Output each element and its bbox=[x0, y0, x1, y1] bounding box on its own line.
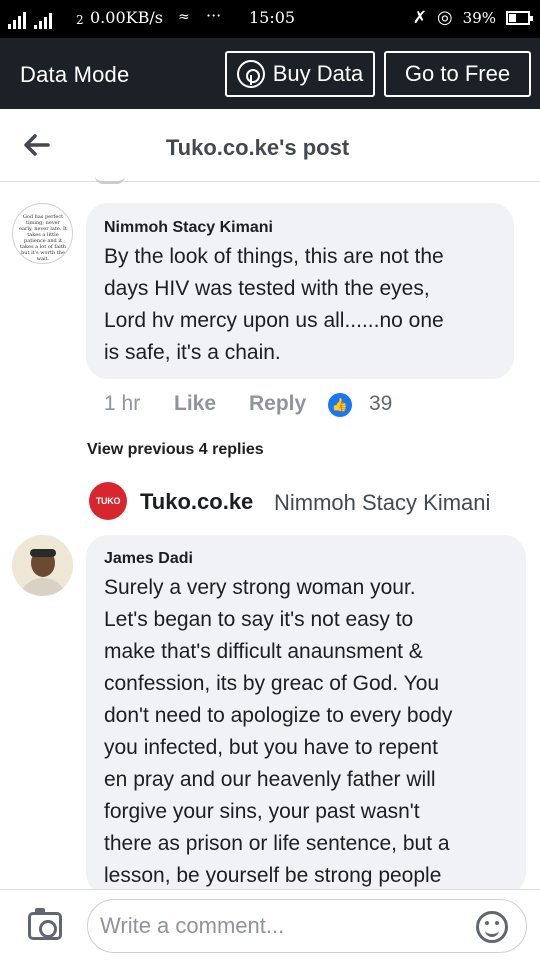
eye-icon: ◎ bbox=[436, 7, 453, 27]
sim-indicator: 2 bbox=[76, 13, 84, 27]
more-dots: ··· bbox=[206, 6, 222, 25]
avatar[interactable]: God has perfect timing; never early, nev… bbox=[12, 203, 73, 264]
reply-preview[interactable]: Nimmoh Stacy Kimani bbox=[274, 490, 496, 516]
buy-data-label: Buy Data bbox=[272, 61, 364, 86]
status-bar: 2 0.00KB/s ≈ ··· 15:05 ✗ ◎ 39% bbox=[0, 0, 540, 38]
page-title: Tuko.co.ke's post bbox=[165, 135, 350, 160]
signal-icon bbox=[8, 9, 52, 29]
camera-icon[interactable] bbox=[28, 908, 62, 940]
comment-author[interactable]: James Dadi bbox=[104, 550, 193, 568]
avatar[interactable] bbox=[12, 535, 73, 596]
comment-bubble[interactable]: Nimmoh Stacy Kimani By the look of thing… bbox=[86, 203, 514, 379]
data-mode-label: Data Mode bbox=[20, 62, 130, 87]
comment-bubble[interactable]: James Dadi Surely a very strong woman yo… bbox=[86, 535, 526, 895]
like-button[interactable]: Like bbox=[174, 392, 216, 416]
battery-percent: 39% bbox=[462, 8, 496, 27]
thumbs-up-icon[interactable]: 👍 bbox=[328, 393, 352, 417]
reaction-count[interactable]: 39 bbox=[369, 392, 392, 416]
clock: 15:05 bbox=[249, 8, 296, 27]
wifi-icon: ≈ bbox=[178, 9, 190, 25]
reply-button[interactable]: Reply bbox=[249, 392, 306, 416]
comment-author[interactable]: Nimmoh Stacy Kimani bbox=[104, 219, 273, 237]
data-speed: 0.00KB/s bbox=[90, 8, 163, 27]
tuko-logo-avatar[interactable]: TUKO bbox=[89, 482, 127, 520]
comment-composer bbox=[0, 889, 540, 960]
comment-input[interactable] bbox=[100, 910, 470, 942]
comment-time[interactable]: 1 hr bbox=[104, 392, 140, 416]
view-previous-replies[interactable]: View previous 4 replies bbox=[87, 441, 264, 459]
previous-comment-fragment bbox=[95, 176, 125, 184]
go-to-free-button[interactable]: Go to Free bbox=[384, 51, 531, 97]
person-photo bbox=[12, 535, 73, 596]
comment-text: By the look of things, this are not the … bbox=[104, 245, 444, 364]
broadcast-icon bbox=[236, 60, 265, 88]
comment-input-wrapper[interactable] bbox=[87, 899, 527, 953]
comment-text: Surely a very strong woman your. Let's b… bbox=[104, 576, 453, 887]
avatar-quote-image: God has perfect timing; never early, nev… bbox=[19, 214, 67, 262]
buy-data-button[interactable]: Buy Data bbox=[225, 51, 375, 97]
post-header: Tuko.co.ke's post bbox=[0, 109, 540, 182]
battery-icon bbox=[506, 10, 533, 25]
reply-author[interactable]: Tuko.co.ke bbox=[140, 489, 253, 515]
go-to-free-label: Go to Free bbox=[404, 61, 511, 86]
data-mode-bar: Data Mode Buy Data Go to Free bbox=[0, 38, 540, 109]
emoji-icon[interactable] bbox=[476, 911, 508, 943]
mute-icon: ✗ bbox=[412, 7, 427, 27]
